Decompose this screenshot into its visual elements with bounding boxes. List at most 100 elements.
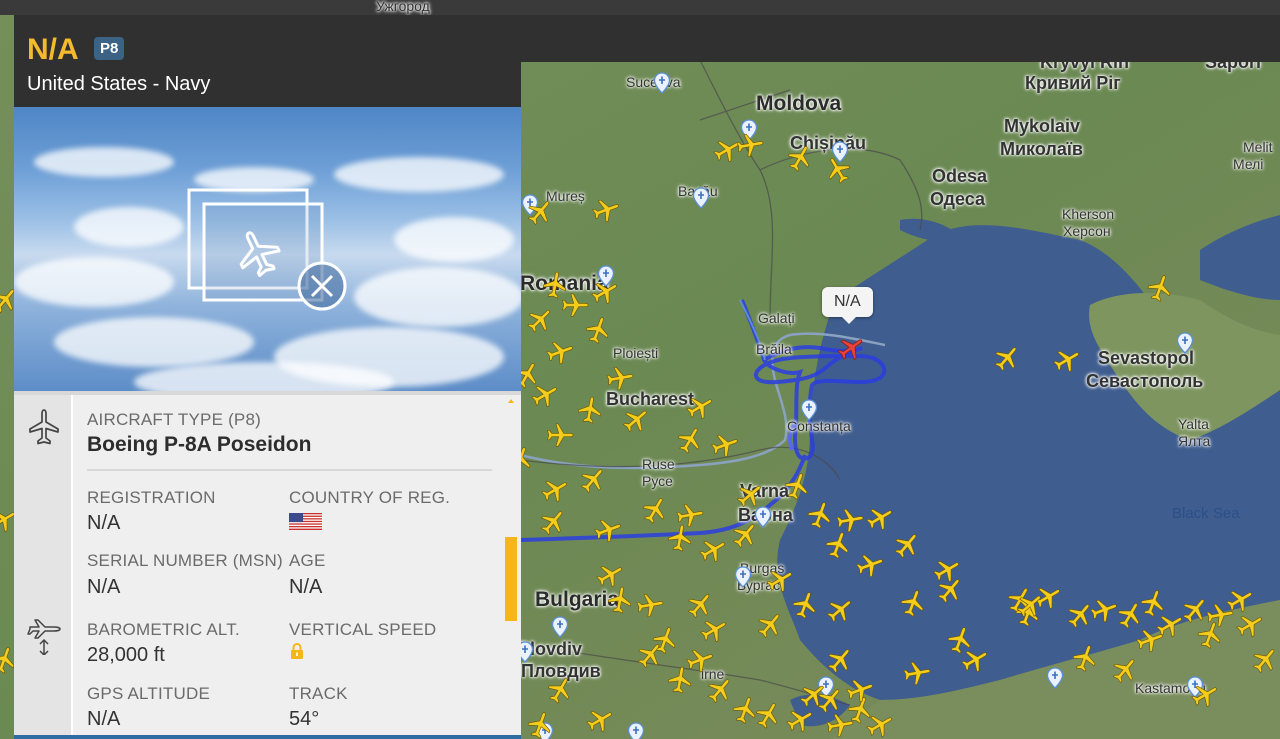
traffic-aircraft-icon[interactable]	[753, 700, 783, 730]
traffic-aircraft-icon[interactable]	[635, 590, 665, 620]
traffic-aircraft-icon[interactable]	[898, 588, 928, 618]
map-label-constanta: Constanța	[787, 418, 851, 434]
traffic-aircraft-icon[interactable]	[865, 503, 895, 533]
traffic-aircraft-icon[interactable]	[585, 705, 615, 735]
traffic-aircraft-icon[interactable]	[845, 675, 875, 705]
serial-number-value: N/A	[87, 576, 121, 598]
traffic-aircraft-icon[interactable]	[591, 195, 621, 225]
traffic-aircraft-icon[interactable]	[530, 380, 560, 410]
traffic-aircraft-icon[interactable]	[902, 658, 932, 688]
airport-pin-icon[interactable]	[800, 399, 818, 421]
traffic-aircraft-icon[interactable]	[785, 143, 815, 173]
traffic-aircraft-icon[interactable]	[545, 420, 575, 450]
traffic-aircraft-icon[interactable]	[685, 392, 715, 422]
airport-pin-icon[interactable]	[1176, 332, 1194, 354]
airport-pin-icon[interactable]	[627, 722, 645, 739]
map-label-mykolaiv-uk: Миколаїв	[1000, 139, 1083, 159]
map-label-galati: Galați	[758, 310, 795, 326]
airport-pin-icon[interactable]	[551, 616, 569, 638]
map-label-odesa: Odesa	[932, 166, 988, 186]
traffic-aircraft-icon[interactable]	[735, 480, 765, 510]
traffic-aircraft-icon[interactable]	[782, 471, 812, 501]
aircraft-type-label: AIRCRAFT TYPE (P8)	[87, 410, 261, 429]
traffic-aircraft-icon[interactable]	[540, 475, 570, 505]
traffic-aircraft-icon[interactable]	[1195, 620, 1225, 650]
map-label-ploiesti: Ploiești	[613, 345, 659, 361]
aircraft-type-icon	[29, 409, 59, 445]
traffic-aircraft-icon[interactable]	[545, 675, 575, 705]
traffic-aircraft-icon[interactable]	[960, 645, 990, 675]
traffic-aircraft-icon[interactable]	[605, 363, 635, 393]
us-flag-icon	[289, 513, 322, 530]
lock-icon[interactable]	[290, 643, 304, 660]
traffic-aircraft-icon[interactable]	[545, 337, 575, 367]
traffic-aircraft-icon[interactable]	[699, 615, 729, 645]
gps-altitude-label: GPS ALTITUDE	[87, 684, 211, 703]
traffic-aircraft-icon[interactable]	[525, 710, 555, 739]
traffic-aircraft-icon[interactable]	[825, 645, 855, 675]
map-label-moldova: Moldova	[756, 92, 842, 115]
traffic-aircraft-icon[interactable]	[605, 585, 635, 615]
scroll-up-arrow[interactable]	[508, 399, 514, 403]
traffic-aircraft-icon[interactable]	[735, 130, 765, 160]
traffic-aircraft-icon[interactable]	[575, 395, 605, 425]
map-label-ruse: Ruse	[642, 456, 675, 472]
airport-pin-icon[interactable]	[653, 72, 671, 94]
traffic-aircraft-icon[interactable]	[538, 507, 568, 537]
traffic-aircraft-icon[interactable]	[525, 305, 555, 335]
traffic-aircraft-icon[interactable]	[583, 315, 613, 345]
traffic-aircraft-icon[interactable]	[1110, 655, 1140, 685]
traffic-aircraft-icon[interactable]	[1145, 273, 1175, 303]
traffic-aircraft-icon[interactable]	[825, 710, 855, 739]
traffic-aircraft-icon[interactable]	[698, 535, 728, 565]
track-value: 54°	[289, 708, 320, 730]
traffic-aircraft-icon[interactable]	[1250, 645, 1280, 675]
traffic-aircraft-icon[interactable]	[593, 515, 623, 545]
target-aircraft-icon[interactable]	[836, 333, 866, 363]
traffic-aircraft-icon[interactable]	[1225, 585, 1255, 615]
aircraft-panel-header: N/A P8 United States - Navy	[14, 15, 521, 108]
traffic-aircraft-icon[interactable]	[525, 197, 555, 227]
traffic-aircraft-icon[interactable]	[755, 610, 785, 640]
traffic-aircraft-icon[interactable]	[635, 640, 665, 670]
traffic-aircraft-icon[interactable]	[798, 680, 828, 710]
age-value: N/A	[289, 576, 323, 598]
traffic-aircraft-icon[interactable]	[1135, 625, 1165, 655]
traffic-aircraft-icon[interactable]	[1015, 590, 1045, 620]
callsign: N/A	[27, 33, 79, 66]
traffic-aircraft-icon[interactable]	[992, 343, 1022, 373]
registration-label: REGISTRATION	[87, 488, 216, 507]
traffic-aircraft-icon[interactable]	[1052, 345, 1082, 375]
aircraft-photo[interactable]	[14, 107, 521, 391]
traffic-aircraft-icon[interactable]	[710, 430, 740, 460]
gps-altitude-value: N/A	[87, 708, 121, 730]
airport-pin-icon[interactable]	[1046, 667, 1064, 689]
traffic-aircraft-icon[interactable]	[790, 590, 820, 620]
traffic-aircraft-icon[interactable]	[892, 530, 922, 560]
scrollbar-thumb[interactable]	[505, 537, 517, 621]
traffic-aircraft-icon[interactable]	[665, 523, 695, 553]
traffic-aircraft-icon[interactable]	[640, 495, 670, 525]
traffic-aircraft-icon[interactable]	[578, 465, 608, 495]
target-aircraft-label[interactable]: N/A	[822, 287, 873, 324]
traffic-aircraft-icon[interactable]	[865, 710, 895, 739]
traffic-aircraft-icon[interactable]	[730, 520, 760, 550]
traffic-aircraft-icon[interactable]	[935, 575, 965, 605]
traffic-aircraft-icon[interactable]	[805, 500, 835, 530]
traffic-aircraft-icon[interactable]	[590, 277, 620, 307]
traffic-aircraft-icon[interactable]	[1070, 643, 1100, 673]
traffic-aircraft-icon[interactable]	[621, 405, 651, 435]
traffic-aircraft-icon[interactable]	[823, 155, 853, 185]
traffic-aircraft-icon[interactable]	[855, 550, 885, 580]
airport-pin-icon[interactable]	[734, 566, 752, 588]
traffic-aircraft-icon[interactable]	[675, 425, 705, 455]
no-photo-icon	[187, 188, 347, 311]
map-label-braila: Brăila	[756, 341, 792, 357]
traffic-aircraft-icon[interactable]	[665, 665, 695, 695]
traffic-aircraft-icon[interactable]	[823, 530, 853, 560]
traffic-aircraft-icon[interactable]	[825, 595, 855, 625]
details-scrollbar[interactable]	[505, 395, 517, 739]
airport-pin-icon[interactable]	[692, 187, 710, 209]
registration-value: N/A	[87, 512, 121, 534]
traffic-aircraft-icon[interactable]	[1190, 680, 1220, 710]
